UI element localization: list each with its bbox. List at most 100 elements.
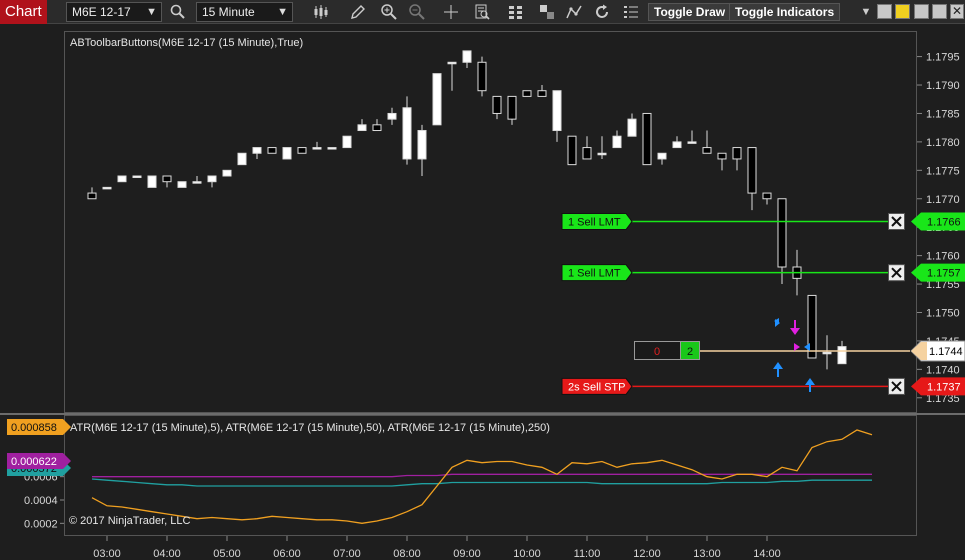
candle-body (717, 152, 727, 160)
order-price-label: 1.1766 (927, 217, 961, 229)
candle-body (537, 90, 547, 97)
last-price-label: 1.1744 (929, 346, 963, 358)
position-quantity: 2 (687, 346, 693, 358)
candle-body (282, 147, 292, 160)
time-tick-label: 14:00 (753, 548, 781, 560)
candle-body (657, 152, 667, 160)
restore-button[interactable] (914, 4, 929, 19)
candle-body (417, 130, 427, 160)
candle-body (162, 175, 172, 183)
indicators-list-icon[interactable] (621, 2, 641, 22)
order-label: 1 Sell LMT (568, 268, 621, 280)
chart-tab[interactable]: Chart (0, 0, 47, 24)
last-price-marker: 1.1744 (910, 340, 965, 362)
chevron-down-icon: ▼ (146, 6, 157, 18)
chevron-down-icon: ▼ (277, 6, 288, 18)
atr50-value-tag-text: 0.000622 (11, 456, 57, 468)
candle-body (747, 147, 757, 194)
candle-body (387, 112, 397, 120)
candle-body (342, 135, 352, 149)
price-tick-label: 1.1795 (926, 52, 960, 64)
candle-body (672, 141, 682, 149)
candle-body (837, 346, 847, 365)
atr-tick-label: 0.0002 (24, 518, 58, 530)
interval-value: 15 Minute (202, 5, 255, 19)
price-tick-label: 1.1760 (926, 251, 960, 263)
order-price-label: 1.1737 (927, 381, 961, 393)
candle-body (312, 147, 322, 150)
chart-canvas[interactable]: 1.1795 1.1790 1.1785 1.1780 1.1775 1.1770 1.17… (0, 25, 965, 560)
bar-type-icon[interactable] (311, 2, 331, 22)
candle-body (132, 175, 142, 179)
candle-body (237, 152, 247, 166)
minimize-button[interactable] (877, 4, 892, 19)
candle-body (102, 186, 112, 190)
strategies-icon[interactable] (506, 2, 526, 22)
position-pnl: 0 (654, 346, 660, 358)
candle-body (762, 192, 772, 200)
atr5-value-tag: 0.000858 (7, 419, 71, 435)
maximize-button[interactable] (932, 4, 947, 19)
cancel-order-icon[interactable] (888, 213, 905, 230)
time-tick-label: 07:00 (333, 548, 361, 560)
close-icon[interactable]: ✕ (950, 4, 964, 19)
candle-body (447, 61, 457, 65)
price-tick-label: 1.1770 (926, 194, 960, 206)
candle-body (732, 147, 742, 160)
candle-body (582, 147, 592, 160)
candle-body (477, 61, 487, 92)
line-icon[interactable] (564, 2, 584, 22)
properties-icon[interactable] (537, 2, 557, 22)
candle-body (87, 192, 97, 200)
candle-body (357, 124, 367, 132)
order-price-tag: 1.1757 (911, 263, 965, 282)
time-tick-label: 10:00 (513, 548, 541, 560)
price-tick-label: 1.1790 (926, 80, 960, 92)
zoom-in-icon[interactable] (379, 2, 399, 22)
price-tick-label: 1.1785 (926, 108, 960, 120)
candle-body (777, 198, 787, 268)
order-price-tag: 1.1766 (911, 212, 965, 231)
atr5-value-tag-text: 0.000858 (11, 422, 57, 434)
candle-body (402, 107, 412, 160)
atr-label: ATR(M6E 12-17 (15 Minute),5), ATR(M6E 12… (70, 422, 550, 434)
candle-body (147, 175, 157, 188)
time-tick-label: 03:00 (93, 548, 121, 560)
pencil-icon[interactable] (348, 2, 368, 22)
refresh-icon[interactable] (592, 2, 612, 22)
cancel-order-icon[interactable] (888, 264, 905, 282)
search-icon[interactable] (168, 2, 188, 22)
interval-selector[interactable]: 15 Minute ▼ (196, 2, 293, 22)
candle-body (327, 147, 337, 150)
order-label: 2s Sell STP (568, 381, 625, 393)
time-tick-label: 11:00 (574, 548, 601, 560)
copyright-text: © 2017 NinjaTrader, LLC (69, 515, 190, 527)
instrument-selector[interactable]: M6E 12-17 ▼ (66, 2, 162, 22)
time-tick-label: 08:00 (393, 548, 421, 560)
order-label: 1 Sell LMT (568, 217, 621, 229)
candle-body (612, 135, 622, 149)
candle-body (117, 175, 127, 183)
candle-body (252, 147, 262, 154)
candle-body (267, 147, 277, 154)
data-box-icon[interactable] (472, 2, 492, 22)
candle-body (492, 95, 502, 114)
atr50-value-tag: 0.000622 (7, 453, 71, 469)
crosshair-icon[interactable] (441, 2, 461, 22)
toggle-indicators-button[interactable]: Toggle Indicators (729, 3, 841, 21)
candle-body (552, 90, 562, 132)
candle-body (522, 90, 532, 97)
order-price-tag: 1.1737 (911, 377, 965, 396)
price-tick-label: 1.1780 (926, 137, 960, 149)
link-button[interactable] (895, 4, 910, 19)
price-tick-label: 1.1750 (926, 307, 960, 319)
cancel-order-icon[interactable] (888, 377, 905, 395)
candle-body (507, 95, 517, 120)
zoom-out-icon[interactable] (407, 2, 427, 22)
window-menu-icon[interactable]: ▼ (856, 2, 876, 22)
candle-body (192, 181, 202, 184)
toggle-draw-button[interactable]: Toggle Draw (648, 3, 732, 21)
candle-body (462, 50, 472, 63)
price-tick-label: 1.1740 (926, 364, 960, 376)
candle-body (222, 169, 232, 177)
